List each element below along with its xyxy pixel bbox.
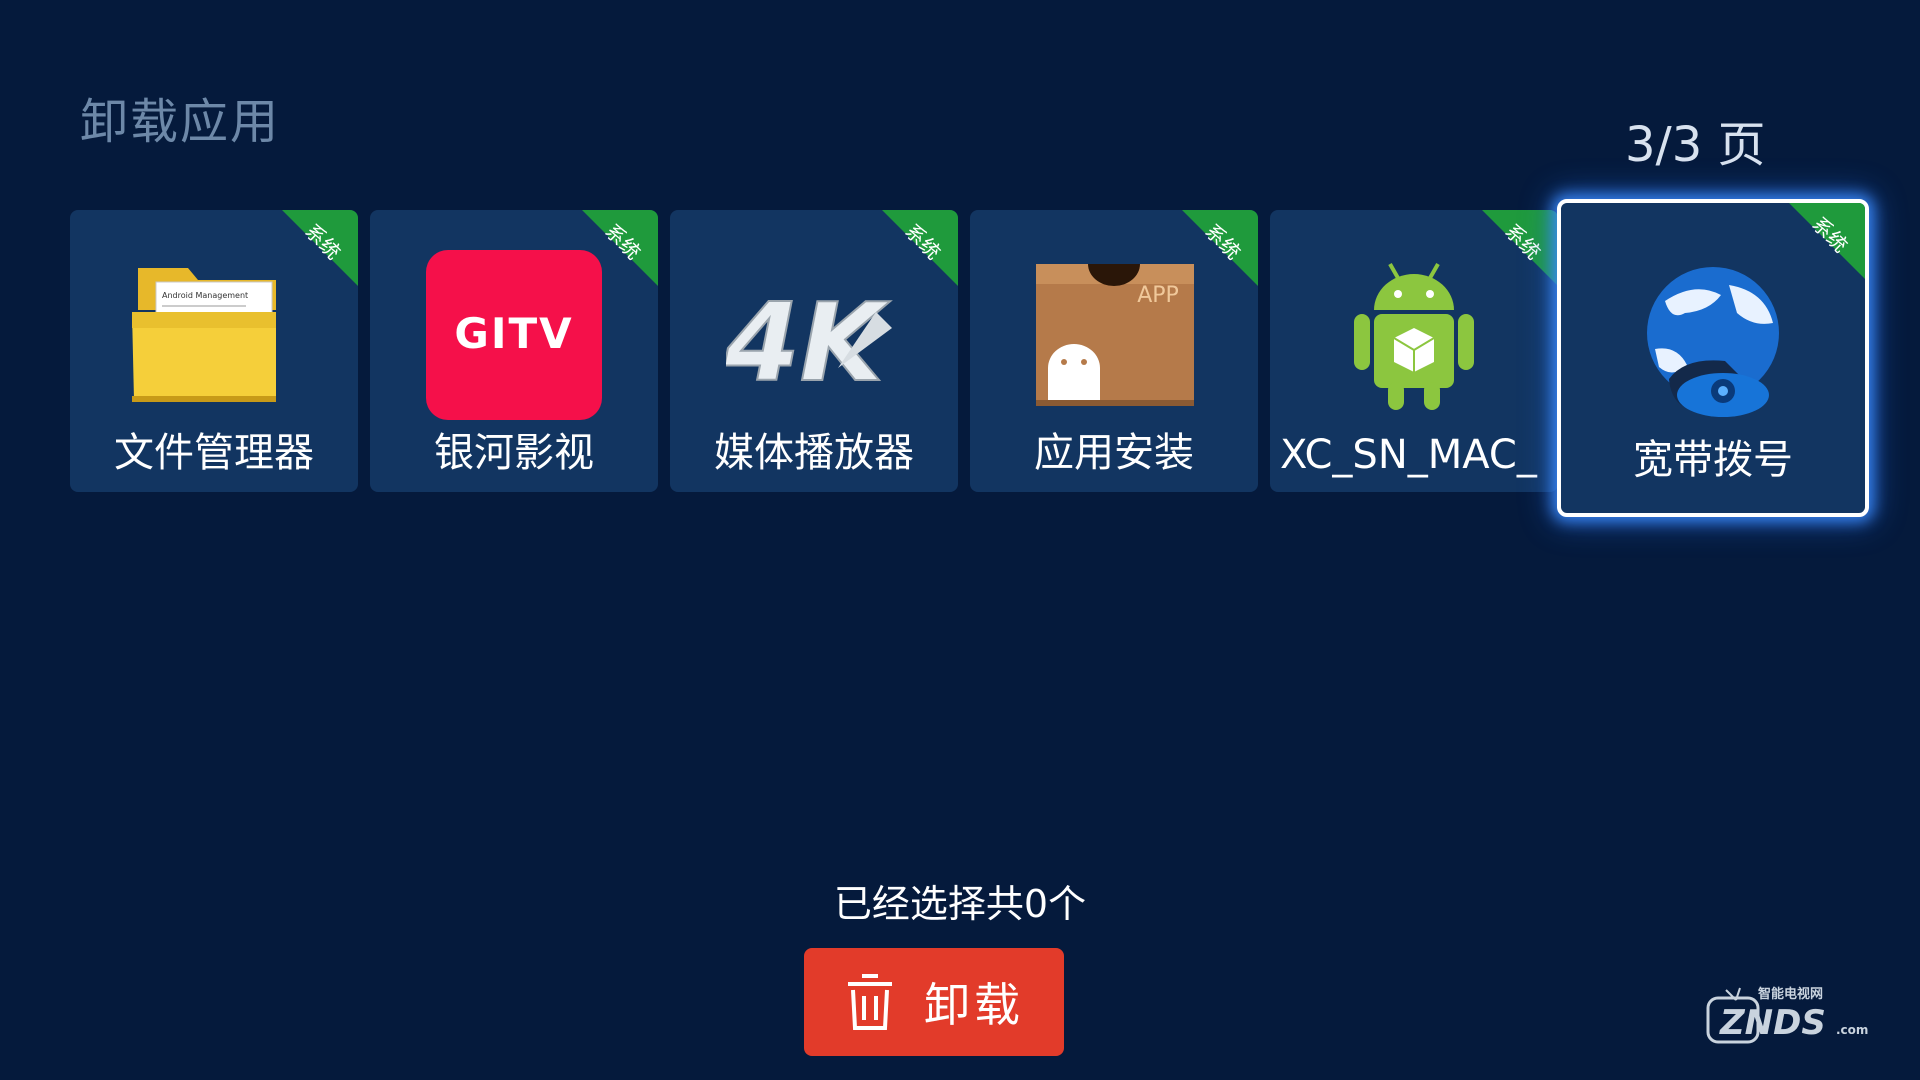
watermark-brand: ZNDS — [1719, 1003, 1826, 1043]
trash-icon — [848, 974, 892, 1030]
globe-phone-icon — [1647, 267, 1779, 417]
app-tile-file-manager[interactable]: Android Management 系统 文件管理器 — [70, 210, 358, 492]
app-tile-xc-sn-mac[interactable]: 系统 XC_SN_MAC_ — [1270, 210, 1558, 492]
folder-icon: Android Management — [132, 268, 276, 402]
znds-watermark-logo: 智能电视网 ZNDS .com — [1706, 986, 1868, 1044]
watermark-suffix: .com — [1836, 1023, 1868, 1037]
app-label: 媒体播放器 — [714, 430, 914, 476]
gitv-logo-icon: GITV — [426, 250, 602, 420]
android-icon — [1354, 263, 1474, 410]
uninstall-button-label: 卸载 — [924, 978, 1024, 1032]
app-label: 宽带拨号 — [1633, 437, 1793, 483]
uninstall-button[interactable]: 卸载 — [804, 948, 1064, 1056]
selected-count-text: 已经选择共0个 — [833, 882, 1087, 926]
gitv-logo-text: GITV — [454, 309, 573, 358]
app-tile-broadband-dial[interactable]: 系统 宽带拨号 — [1557, 199, 1869, 517]
page-title: 卸载应用 — [80, 94, 281, 150]
app-tile-gitv[interactable]: GITV 系统 银河影视 — [370, 210, 658, 492]
app-tile-media-player[interactable]: 4K 系统 媒体播放器 — [670, 210, 958, 492]
page-indicator: 3/3 页 — [1625, 117, 1766, 173]
app-tile-app-installer[interactable]: APP 系统 应用安装 — [970, 210, 1258, 492]
4k-player-icon: 4K — [726, 280, 892, 407]
app-label: 文件管理器 — [114, 430, 314, 476]
uninstall-apps-screen: 卸载应用 3/3 页 Android Management 系统 文件管理器 G… — [0, 0, 1920, 1080]
app-label: XC_SN_MAC_ — [1280, 432, 1537, 478]
folder-label-text: Android Management — [162, 291, 248, 300]
app-label: 银河影视 — [434, 430, 594, 476]
watermark-tagline: 智能电视网 — [1758, 986, 1823, 1002]
app-label: 应用安装 — [1034, 430, 1194, 476]
app-box-icon: APP — [1036, 264, 1194, 406]
app-box-text: APP — [1137, 283, 1179, 308]
